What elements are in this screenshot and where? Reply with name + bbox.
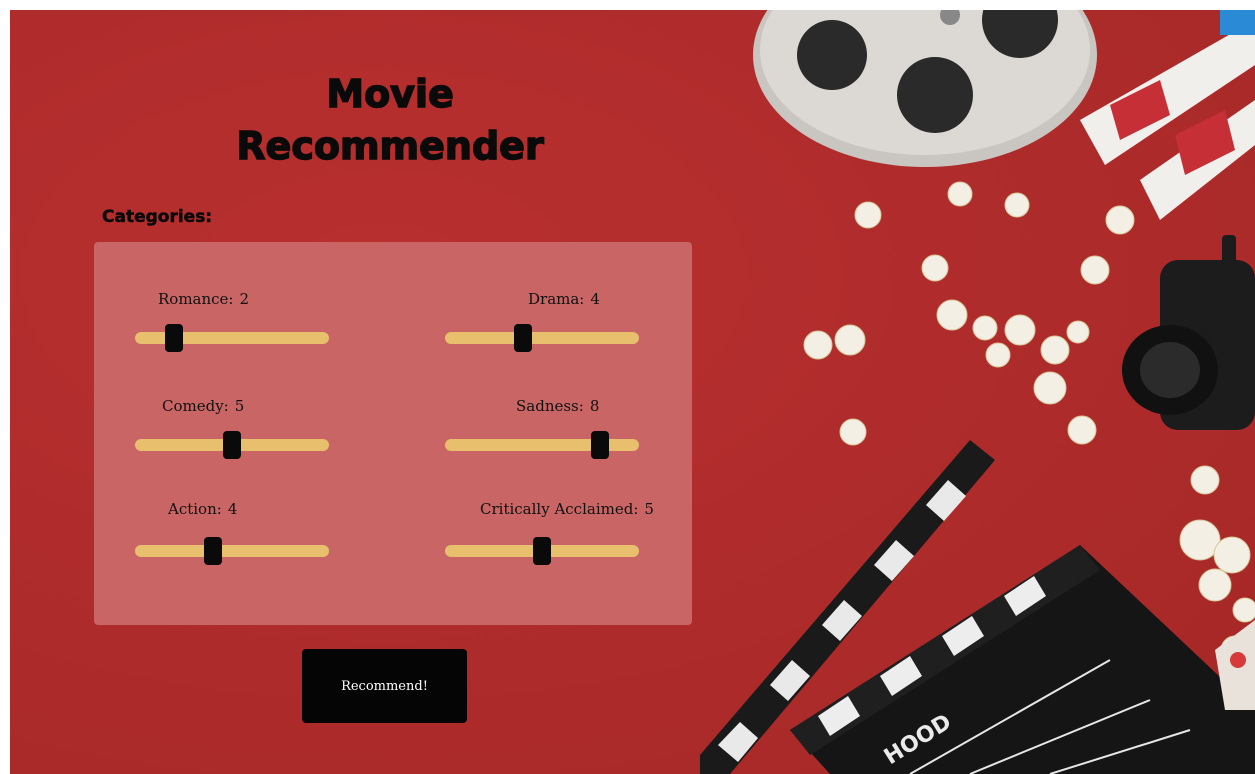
sadness-label: Sadness: 8 bbox=[516, 397, 599, 415]
comedy-label: Comedy: 5 bbox=[162, 397, 244, 415]
comedy-slider[interactable] bbox=[135, 431, 329, 459]
app-background: HOOD Movie Recommender Categories: Roman… bbox=[10, 10, 1255, 774]
3d-glasses-icon bbox=[1080, 10, 1255, 220]
critically-acclaimed-label-text: Critically Acclaimed: bbox=[480, 500, 639, 518]
action-slider-thumb[interactable] bbox=[203, 537, 222, 565]
critically-acclaimed-label: Critically Acclaimed: 5 bbox=[480, 500, 654, 518]
camera-icon bbox=[1122, 235, 1255, 430]
sadness-slider[interactable] bbox=[445, 431, 639, 459]
title-line-2: Recommender bbox=[236, 123, 545, 169]
romance-value: 2 bbox=[239, 290, 250, 308]
romance-label: Romance: 2 bbox=[158, 290, 249, 308]
romance-slider-thumb[interactable] bbox=[164, 324, 183, 352]
comedy-slider-thumb[interactable] bbox=[223, 431, 241, 459]
categories-panel: Romance: 2 Drama: 4 Comedy: 5 Sadness: 8 Act… bbox=[94, 242, 692, 625]
sadness-value: 8 bbox=[589, 397, 600, 415]
action-value: 4 bbox=[227, 500, 238, 518]
critically-acclaimed-slider[interactable] bbox=[445, 537, 639, 565]
drama-value: 4 bbox=[590, 290, 600, 308]
action-label-text: Action: bbox=[168, 500, 222, 518]
title-line-1: Movie bbox=[326, 71, 455, 117]
critically-acclaimed-slider-thumb[interactable] bbox=[533, 537, 551, 565]
critically-acclaimed-value: 5 bbox=[644, 500, 654, 518]
drama-label-text: Drama: bbox=[528, 290, 585, 308]
action-label: Action: 4 bbox=[168, 500, 237, 518]
drama-slider-thumb[interactable] bbox=[513, 324, 532, 352]
film-reel-icon bbox=[753, 10, 1097, 167]
sadness-slider-thumb[interactable] bbox=[591, 431, 610, 459]
romance-label-text: Romance: bbox=[158, 290, 234, 308]
action-slider[interactable] bbox=[135, 537, 329, 565]
comedy-label-text: Comedy: bbox=[162, 397, 229, 415]
page-title: Movie Recommender bbox=[205, 68, 575, 172]
comedy-value: 5 bbox=[234, 397, 245, 415]
drama-slider[interactable] bbox=[445, 324, 639, 352]
clapperboard-icon: HOOD bbox=[700, 440, 1255, 774]
romance-slider[interactable] bbox=[135, 324, 329, 352]
categories-label: Categories: bbox=[102, 207, 213, 228]
recommend-button[interactable]: Recommend! bbox=[302, 649, 467, 723]
drama-label: Drama: 4 bbox=[528, 290, 600, 308]
sadness-label-text: Sadness: bbox=[516, 397, 584, 415]
